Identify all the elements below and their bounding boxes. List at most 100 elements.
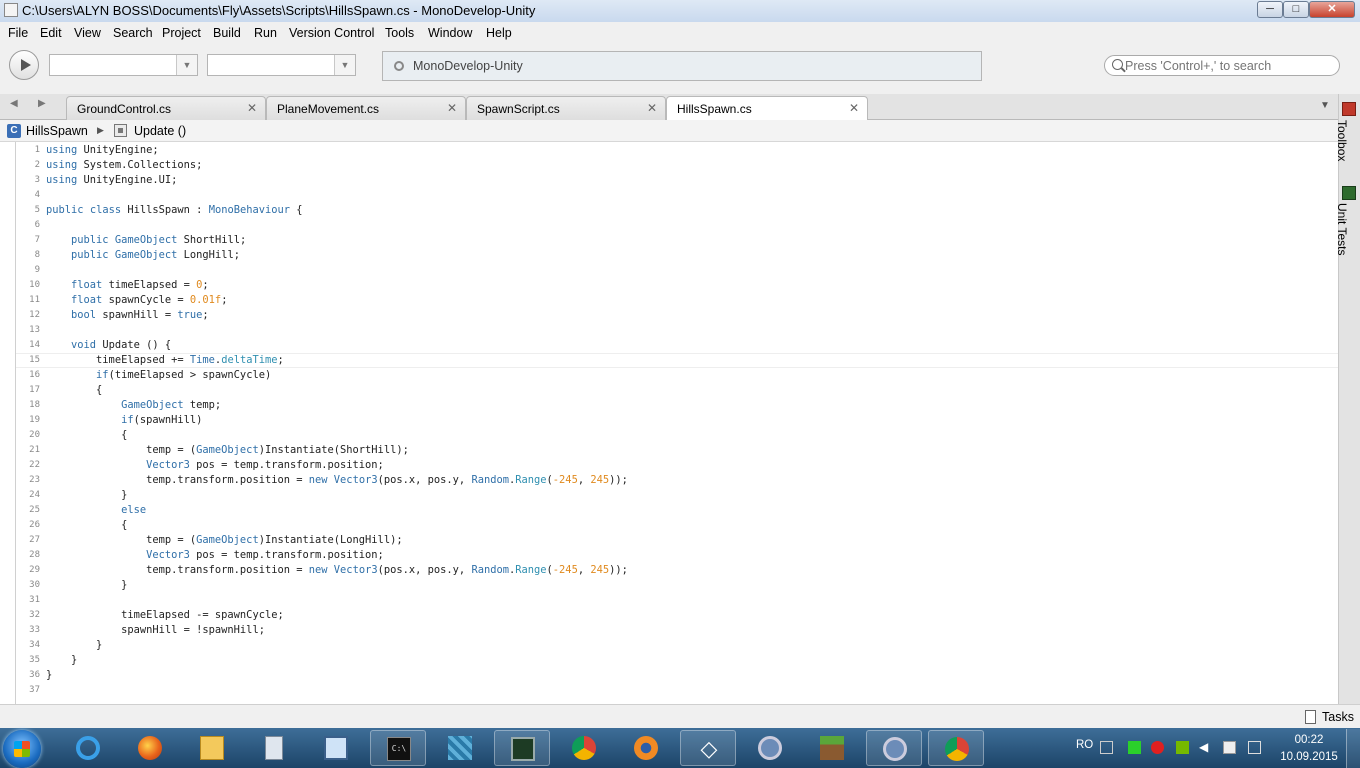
taskbar-internet-explorer[interactable] [60, 730, 116, 766]
menu-run[interactable]: Run [254, 26, 277, 40]
code-line[interactable]: float timeElapsed = 0; [46, 278, 628, 293]
network-status-icon[interactable] [1128, 741, 1141, 754]
close-tab-icon[interactable]: ✕ [849, 101, 859, 115]
code-line[interactable] [46, 188, 628, 203]
breadcrumb-class[interactable]: HillsSpawn [26, 124, 88, 138]
code-line[interactable]: public class HillsSpawn : MonoBehaviour … [46, 203, 628, 218]
code-text[interactable]: using UnityEngine; using System.Collectio… [46, 143, 628, 698]
unit-tests-icon[interactable] [1342, 186, 1356, 200]
code-line[interactable]: } [46, 653, 628, 668]
platform-select[interactable]: ▼ [207, 54, 356, 76]
menu-project[interactable]: Project [162, 26, 201, 40]
code-line[interactable] [46, 263, 628, 278]
taskbar-firefox[interactable] [122, 730, 178, 766]
code-line[interactable]: temp = (GameObject)Instantiate(ShortHill… [46, 443, 628, 458]
taskbar-command-prompt[interactable]: C:\ [370, 730, 426, 766]
tab-back-icon[interactable]: ◀ [10, 98, 18, 109]
code-line[interactable] [46, 593, 628, 608]
taskbar-blender[interactable] [618, 730, 674, 766]
close-tab-icon[interactable]: ✕ [447, 101, 457, 115]
code-line[interactable]: using System.Collections; [46, 158, 628, 173]
code-line[interactable] [46, 683, 628, 698]
blocked-icon[interactable] [1151, 741, 1164, 754]
toolbox-icon[interactable] [1342, 102, 1356, 116]
code-line[interactable]: if(spawnHill) [46, 413, 628, 428]
action-center-icon[interactable] [1223, 741, 1236, 754]
tab-hillsspawn[interactable]: HillsSpawn.cs ✕ [666, 96, 868, 121]
menu-view[interactable]: View [74, 26, 101, 40]
keyboard-icon[interactable] [1100, 741, 1113, 754]
menu-file[interactable]: File [8, 26, 28, 40]
taskbar-chrome[interactable] [556, 730, 612, 766]
toolbox-pad[interactable]: Toolbox [1335, 120, 1349, 161]
tab-planemovement[interactable]: PlaneMovement.cs ✕ [266, 96, 466, 120]
tasks-icon[interactable] [1305, 710, 1316, 724]
chevron-down-icon[interactable]: ▼ [176, 55, 197, 75]
nvidia-icon[interactable] [1176, 741, 1189, 754]
run-button[interactable] [9, 50, 39, 80]
code-line[interactable]: } [46, 668, 628, 683]
tasks-button[interactable]: Tasks [1322, 710, 1354, 724]
code-line[interactable]: using UnityEngine.UI; [46, 173, 628, 188]
code-line[interactable]: } [46, 488, 628, 503]
code-line[interactable]: GameObject temp; [46, 398, 628, 413]
search-input[interactable] [1125, 57, 1330, 74]
tab-list-chevron-icon[interactable]: ▼ [1320, 100, 1330, 111]
close-tab-icon[interactable]: ✕ [647, 101, 657, 115]
taskbar-minecraft[interactable] [804, 730, 860, 766]
network-icon[interactable] [1248, 741, 1261, 754]
menu-edit[interactable]: Edit [40, 26, 62, 40]
code-line[interactable]: public GameObject ShortHill; [46, 233, 628, 248]
configuration-select[interactable]: ▼ [49, 54, 198, 76]
language-indicator[interactable]: RO [1076, 739, 1093, 751]
code-line[interactable]: void Update () { [46, 338, 628, 353]
taskbar-calculator[interactable] [246, 730, 302, 766]
code-line[interactable]: using UnityEngine; [46, 143, 628, 158]
code-line[interactable]: { [46, 383, 628, 398]
tab-forward-icon[interactable]: ▶ [38, 98, 46, 109]
code-line[interactable]: temp.transform.position = new Vector3(po… [46, 563, 628, 578]
menu-build[interactable]: Build [213, 26, 241, 40]
code-line[interactable]: Vector3 pos = temp.transform.position; [46, 458, 628, 473]
clock-date[interactable]: 10.09.2015 [1280, 751, 1338, 763]
show-desktop-button[interactable] [1346, 729, 1360, 768]
start-button[interactable] [3, 730, 41, 768]
code-line[interactable]: } [46, 638, 628, 653]
code-line[interactable]: { [46, 518, 628, 533]
taskbar-unity[interactable]: ◇ [680, 730, 736, 766]
close-button[interactable]: ✕ [1309, 1, 1355, 18]
clock-time[interactable]: 00:22 [1285, 734, 1333, 746]
menu-tools[interactable]: Tools [385, 26, 414, 40]
code-line[interactable]: public GameObject LongHill; [46, 248, 628, 263]
menu-window[interactable]: Window [428, 26, 472, 40]
breadcrumb-method[interactable]: Update () [134, 124, 186, 138]
maximize-button[interactable]: □ [1283, 1, 1309, 18]
taskbar-monodevelop[interactable] [742, 730, 798, 766]
code-line[interactable]: } [46, 578, 628, 593]
tab-groundcontrol[interactable]: GroundControl.cs ✕ [66, 96, 266, 120]
code-line[interactable]: bool spawnHill = true; [46, 308, 628, 323]
menu-search[interactable]: Search [113, 26, 153, 40]
code-line[interactable]: temp = (GameObject)Instantiate(LongHill)… [46, 533, 628, 548]
minimize-button[interactable]: ─ [1257, 1, 1283, 18]
taskbar-cube-app[interactable] [432, 730, 488, 766]
search-box[interactable] [1104, 55, 1340, 76]
close-tab-icon[interactable]: ✕ [247, 101, 257, 115]
code-line[interactable]: else [46, 503, 628, 518]
code-line[interactable]: spawnHill = !spawnHill; [46, 623, 628, 638]
code-line[interactable]: timeElapsed += Time.deltaTime; [46, 353, 628, 368]
code-line[interactable] [46, 323, 628, 338]
code-line[interactable]: timeElapsed -= spawnCycle; [46, 608, 628, 623]
taskbar-monodevelop-active[interactable] [866, 730, 922, 766]
code-line[interactable]: float spawnCycle = 0.01f; [46, 293, 628, 308]
menu-version-control[interactable]: Version Control [289, 26, 374, 40]
volume-icon[interactable]: ◀ [1199, 741, 1212, 754]
taskbar-monitor-tool[interactable] [308, 730, 364, 766]
unit-tests-pad[interactable]: Unit Tests [1335, 203, 1349, 255]
taskbar-file-explorer[interactable] [184, 730, 240, 766]
taskbar-chrome-active[interactable] [928, 730, 984, 766]
code-line[interactable]: if(timeElapsed > spawnCycle) [46, 368, 628, 383]
code-line[interactable]: { [46, 428, 628, 443]
code-line[interactable]: Vector3 pos = temp.transform.position; [46, 548, 628, 563]
taskbar-terminal-app[interactable] [494, 730, 550, 766]
